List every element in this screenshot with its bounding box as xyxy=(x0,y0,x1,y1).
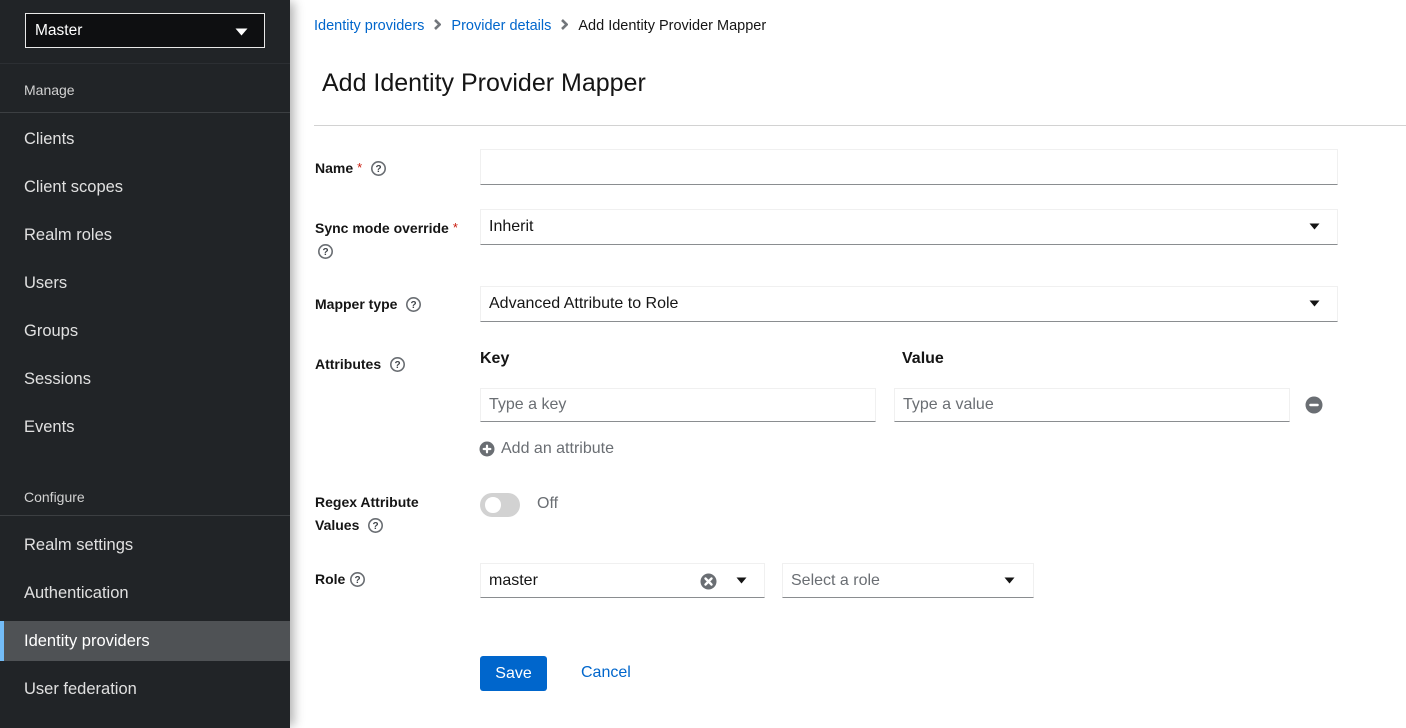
svg-text:?: ? xyxy=(355,575,361,586)
svg-text:?: ? xyxy=(395,360,401,371)
svg-text:?: ? xyxy=(322,247,328,258)
svg-text:?: ? xyxy=(376,164,382,175)
svg-text:?: ? xyxy=(373,521,379,532)
svg-text:?: ? xyxy=(411,300,417,311)
